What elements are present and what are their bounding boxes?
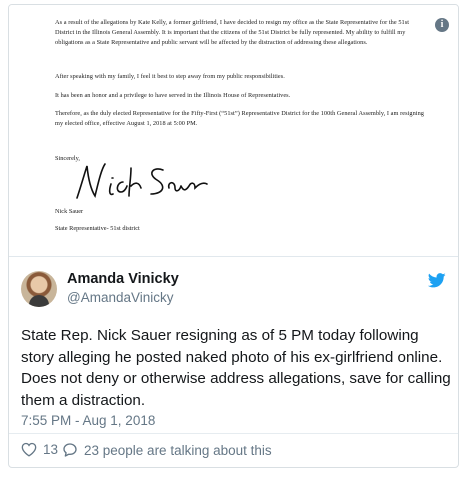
tweet-text: State Rep. Nick Sauer resigning as of 5 … (21, 327, 451, 409)
heart-icon (21, 442, 37, 457)
letter-signer-title: State Representative- 51st district (55, 225, 140, 232)
author-name[interactable]: Amanda Vinicky (67, 271, 179, 287)
talking-label: 23 people are talking about this (84, 442, 272, 458)
avatar[interactable] (21, 271, 57, 307)
letter-paragraph-2: After speaking with my family, I feel it… (55, 73, 285, 80)
letter-paragraph-1: As a result of the allegations by Kate K… (55, 19, 410, 46)
conversation-link[interactable]: 23 people are talking about this (62, 442, 272, 458)
letter-paragraph-3: It has been an honor and a privilege to … (55, 92, 291, 99)
tweet-author[interactable]: Amanda Vinicky @AmandaVinicky (21, 271, 446, 309)
tweet-timestamp[interactable]: 7:55 PM - Aug 1, 2018 (21, 413, 155, 428)
like-button[interactable]: 13 (21, 442, 58, 457)
handwritten-signature (76, 163, 208, 199)
resignation-letter-image[interactable]: As a result of the allegations by Kate K… (9, 5, 458, 257)
tweet-card: As a result of the allegations by Kate K… (8, 4, 459, 468)
letter-paragraph-4: Therefore, as the duly elected Represent… (55, 110, 424, 127)
speech-bubble-icon (63, 443, 77, 457)
like-count: 13 (43, 442, 59, 457)
twitter-bird-icon[interactable] (428, 273, 446, 288)
author-handle[interactable]: @AmandaVinicky (67, 290, 174, 305)
letter-signer-name: Nick Sauer (55, 208, 84, 215)
info-icon[interactable]: i (435, 18, 449, 32)
tweet-actions: 13 23 people are talking about this (9, 433, 458, 467)
